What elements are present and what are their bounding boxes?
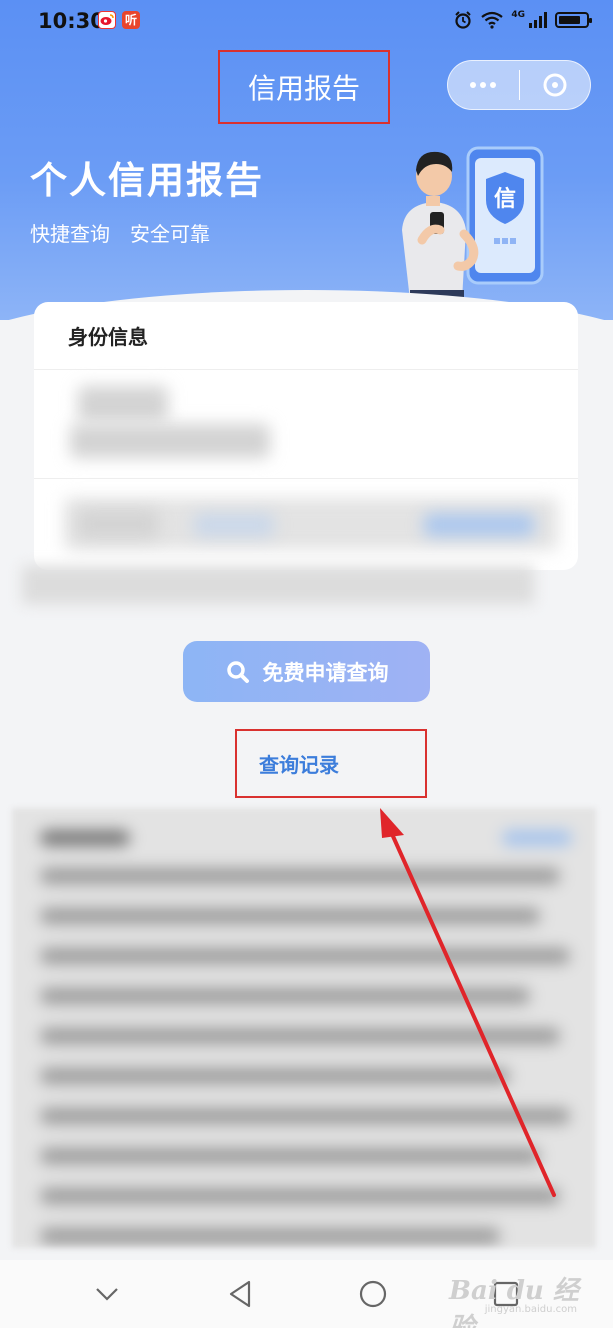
- watermark-url: jingyan.baidu.com: [484, 1304, 577, 1315]
- baidu-jingyan-watermark: Bai du 经验 jingyan.baidu.com: [449, 1262, 579, 1328]
- home-circle-icon: [360, 1280, 387, 1308]
- identity-card-title: 身份信息: [34, 302, 578, 370]
- page-title: 信用报告: [218, 50, 390, 124]
- nav-home-button[interactable]: [353, 1274, 393, 1314]
- chevron-down-icon: [95, 1288, 118, 1301]
- phone-value-redacted: [194, 514, 274, 536]
- free-apply-query-button[interactable]: 免费申请查询: [183, 641, 430, 702]
- status-bar: 10:30 听 4G: [0, 0, 613, 44]
- status-time: 10:30: [38, 9, 105, 33]
- network-type: 4G: [511, 10, 525, 20]
- apply-button-label: 免费申请查询: [262, 661, 389, 685]
- back-triangle-icon: [229, 1280, 250, 1308]
- close-circle-icon: [543, 73, 567, 97]
- alarm-icon: [455, 11, 472, 29]
- watermark-brand: Bai du 经验: [449, 1276, 579, 1328]
- hero-illustration: 信: [402, 146, 544, 304]
- listen-app-icon: 听: [122, 11, 140, 29]
- status-icons: 4G: [453, 10, 592, 30]
- nav-back-button[interactable]: [220, 1274, 260, 1314]
- blurred-article: [12, 808, 596, 1248]
- phone-label-redacted: [78, 510, 158, 538]
- query-records-link[interactable]: 查询记录: [235, 729, 427, 798]
- change-link-redacted[interactable]: [424, 514, 534, 536]
- identity-card: 身份信息: [34, 302, 578, 570]
- identity-number-redacted: [70, 424, 270, 458]
- wifi-icon: [481, 11, 504, 29]
- search-icon: [226, 660, 249, 683]
- close-button[interactable]: [520, 61, 591, 109]
- hero-tags: 快捷查询 安全可靠: [30, 218, 210, 247]
- battery-icon: [555, 12, 592, 28]
- nav-hide-button[interactable]: [87, 1274, 127, 1314]
- hero-banner: 10:30 听 4G 个人信用报告 快捷查询 安全可靠 信: [0, 0, 613, 320]
- tag-fast: 快捷查询: [30, 222, 110, 246]
- more-dots-icon: [470, 82, 497, 88]
- hero-title: 个人信用报告: [30, 159, 264, 202]
- signal-icon: [529, 12, 547, 28]
- more-button[interactable]: [448, 61, 519, 109]
- identity-name-redacted: [78, 386, 168, 422]
- tag-safe: 安全可靠: [130, 222, 210, 246]
- shield-text: 信: [494, 186, 516, 212]
- card-divider: [34, 478, 578, 479]
- mini-program-title-bar: 信用报告: [0, 50, 613, 124]
- weibo-icon: [98, 11, 116, 29]
- mini-program-capsule: [447, 60, 591, 110]
- notice-text-redacted: [22, 566, 534, 604]
